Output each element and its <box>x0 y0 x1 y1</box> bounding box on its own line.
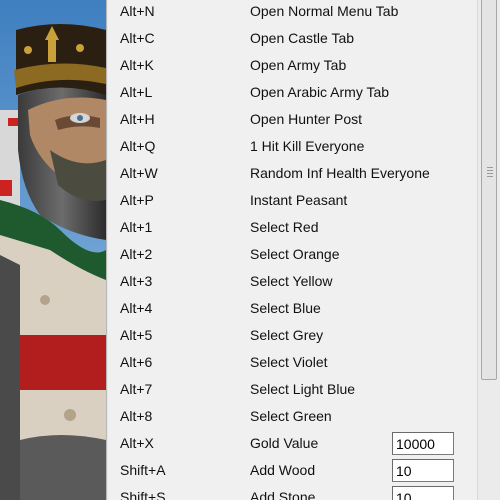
hotkey-label: Shift+A <box>120 462 166 478</box>
scrollbar-thumb[interactable] <box>481 0 497 380</box>
hotkey-row: Alt+6 Select Violet <box>106 349 477 376</box>
scrollbar-grip-line <box>487 173 493 174</box>
hotkey-row: Alt+W Random Inf Health Everyone <box>106 160 477 187</box>
hotkey-label: Alt+L <box>120 84 153 100</box>
hotkey-row: Alt+C Open Castle Tab <box>106 25 477 52</box>
hotkey-row: Alt+7 Select Light Blue <box>106 376 477 403</box>
action-label: Random Inf Health Everyone <box>250 165 430 181</box>
action-label: Open Arabic Army Tab <box>250 84 390 100</box>
scrollbar-grip-line <box>487 170 493 171</box>
action-label: Select Yellow <box>250 273 333 289</box>
crusader-artwork <box>0 0 106 500</box>
hotkey-label: Alt+P <box>120 192 154 208</box>
hotkey-row: Alt+Q 1 Hit Kill Everyone <box>106 133 477 160</box>
action-label: Add Wood <box>250 462 316 478</box>
hotkey-label: Alt+C <box>120 30 155 46</box>
hotkey-label: Alt+8 <box>120 408 153 424</box>
hotkey-label: Alt+N <box>120 3 155 19</box>
action-label: Select Light Blue <box>250 381 356 397</box>
action-label: Select Grey <box>250 327 324 343</box>
hotkey-label: Alt+Q <box>120 138 156 154</box>
action-label: Gold Value <box>250 435 319 451</box>
action-label: Add Stone <box>250 489 316 500</box>
hotkey-row: Alt+N Open Normal Menu Tab <box>106 0 477 25</box>
hotkey-row: Alt+8 Select Green <box>106 403 477 430</box>
hotkey-label: Shift+S <box>120 489 166 500</box>
hotkey-row: Alt+K Open Army Tab <box>106 52 477 79</box>
hotkey-label: Alt+H <box>120 111 155 127</box>
action-label: Open Castle Tab <box>250 30 355 46</box>
hotkey-row: Alt+2 Select Orange <box>106 241 477 268</box>
value-input[interactable] <box>392 486 454 500</box>
action-label: 1 Hit Kill Everyone <box>250 138 365 154</box>
hotkey-row: Alt+4 Select Blue <box>106 295 477 322</box>
hotkey-row: Shift+S Add Stone <box>106 484 477 500</box>
hotkey-label: Alt+W <box>120 165 158 181</box>
action-label: Open Army Tab <box>250 57 347 73</box>
vertical-scrollbar[interactable] <box>477 0 500 500</box>
hotkey-row: Alt+1 Select Red <box>106 214 477 241</box>
hotkey-label: Alt+5 <box>120 327 153 343</box>
hotkey-label: Alt+7 <box>120 381 153 397</box>
hotkey-row: Alt+H Open Hunter Post <box>106 106 477 133</box>
action-label: Select Green <box>250 408 332 424</box>
hotkey-label: Alt+1 <box>120 219 153 235</box>
hotkey-label: Alt+3 <box>120 273 153 289</box>
action-label: Select Red <box>250 219 319 235</box>
action-label: Select Orange <box>250 246 340 262</box>
hotkey-list: Alt+N Open Normal Menu Tab Alt+C Open Castl… <box>106 0 477 500</box>
hotkey-row: Alt+5 Select Grey <box>106 322 477 349</box>
action-label: Open Hunter Post <box>250 111 363 127</box>
value-input[interactable] <box>392 459 454 482</box>
action-label: Select Blue <box>250 300 321 316</box>
hotkey-row: Shift+A Add Wood <box>106 457 477 484</box>
value-input[interactable] <box>392 432 454 455</box>
hotkey-label: Alt+K <box>120 57 154 73</box>
hotkey-label: Alt+X <box>120 435 154 451</box>
action-label: Open Normal Menu Tab <box>250 3 399 19</box>
hotkey-row: Alt+3 Select Yellow <box>106 268 477 295</box>
scrollbar-grip-line <box>487 176 493 177</box>
hotkey-row: Alt+X Gold Value <box>106 430 477 457</box>
hotkey-panel: Alt+N Open Normal Menu Tab Alt+C Open Castl… <box>106 0 477 500</box>
action-label: Select Violet <box>250 354 328 370</box>
scrollbar-grip-line <box>487 167 493 168</box>
hotkey-label: Alt+4 <box>120 300 153 316</box>
hotkey-label: Alt+2 <box>120 246 153 262</box>
hotkey-row: Alt+P Instant Peasant <box>106 187 477 214</box>
hotkey-label: Alt+6 <box>120 354 153 370</box>
action-label: Instant Peasant <box>250 192 348 208</box>
hotkey-row: Alt+L Open Arabic Army Tab <box>106 79 477 106</box>
